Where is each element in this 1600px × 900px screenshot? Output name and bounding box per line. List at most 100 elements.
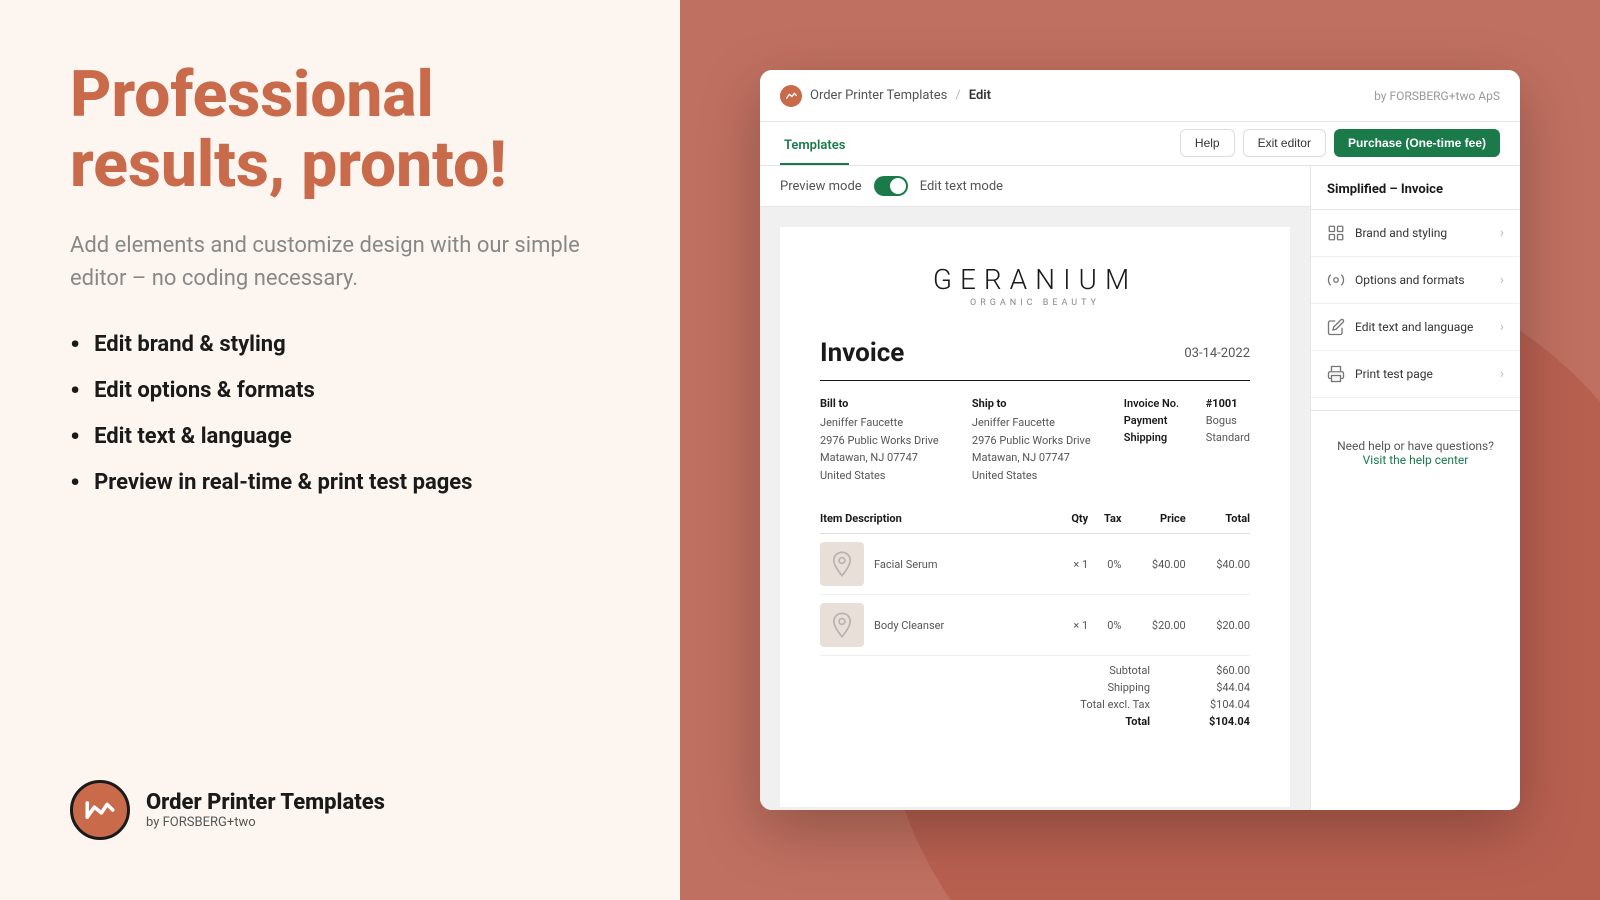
sidebar-print-label: Print test page [1355, 367, 1433, 381]
ship-to-block: Ship to Jeniffer Faucette 2976 Public Wo… [972, 397, 1094, 484]
logo-title: Order Printer Templates [146, 790, 385, 815]
bill-to-label: Bill to [820, 397, 942, 410]
left-content: Professional results, pronto! Add elemen… [70, 60, 610, 515]
breadcrumb-edit: Edit [969, 88, 991, 103]
right-sidebar: Simplified – Invoice Brand and styling [1310, 166, 1520, 810]
sidebar-item-brand-left: Brand and styling [1327, 224, 1447, 242]
ship-to-name: Jeniffer Faucette [972, 414, 1094, 432]
item-price-1: $20.00 [1121, 595, 1185, 656]
breadcrumb-sep: / [955, 88, 960, 103]
app-topbar: Order Printer Templates / Edit by FORSBE… [760, 70, 1520, 122]
sidebar-title: Simplified – Invoice [1311, 166, 1520, 210]
shipping-cost-val: $44.04 [1190, 681, 1250, 694]
sidebar-options-label: Options and formats [1355, 273, 1465, 287]
meta-invoice-no: Invoice No. #1001 [1124, 397, 1250, 410]
tab-templates[interactable]: Templates [780, 128, 849, 165]
ship-to-country: United States [972, 467, 1094, 485]
totals-section: Subtotal $60.00 Shipping $44.04 Total ex… [820, 664, 1250, 728]
sidebar-item-options-left: Options and formats [1327, 271, 1465, 289]
sidebar-item-print-left: Print test page [1327, 365, 1433, 383]
total-row: Total $104.04 [1060, 715, 1250, 728]
app-main: Preview mode Edit text mode GERANIUM ORG… [760, 166, 1520, 810]
tab-actions: Help Exit editor Purchase (One-time fee) [1180, 129, 1500, 165]
total-excl-val: $104.04 [1190, 698, 1250, 711]
item-name-1: Body Cleanser [874, 619, 944, 632]
item-tax-0: 0% [1088, 534, 1121, 595]
right-panel: Order Printer Templates / Edit by FORSBE… [680, 0, 1600, 900]
total-excl-row: Total excl. Tax $104.04 [1060, 698, 1250, 711]
invoice-brand-sub: ORGANIC BEAUTY [820, 298, 1250, 308]
item-desc-0: Facial Serum [820, 534, 1056, 595]
shipping-label: Shipping [1124, 431, 1194, 444]
options-icon [1327, 271, 1345, 289]
bill-to-block: Bill to Jeniffer Faucette 2976 Public Wo… [820, 397, 942, 484]
invoice-date: 03-14-2022 [1184, 338, 1250, 361]
col-tax: Tax [1088, 504, 1121, 534]
brand-icon [1327, 224, 1345, 242]
help-center-link[interactable]: Visit the help center [1327, 453, 1504, 467]
invoice-title: Invoice [820, 338, 904, 368]
col-qty: Qty [1056, 504, 1088, 534]
shipping-cost-label: Shipping [1060, 681, 1150, 694]
total-excl-label: Total excl. Tax [1060, 698, 1150, 711]
invoice-preview: GERANIUM ORGANIC BEAUTY Invoice 03-14-20… [760, 207, 1310, 810]
total-val: $104.04 [1190, 715, 1250, 728]
app-window: Order Printer Templates / Edit by FORSBE… [760, 70, 1520, 810]
mode-bar: Preview mode Edit text mode [760, 166, 1310, 207]
ship-to-addr1: 2976 Public Works Drive [972, 432, 1094, 450]
ship-to-label: Ship to [972, 397, 1094, 410]
item-total-0: $40.00 [1186, 534, 1250, 595]
item-qty-0: × 1 [1056, 534, 1088, 595]
exit-editor-button[interactable]: Exit editor [1243, 129, 1326, 157]
sidebar-item-brand[interactable]: Brand and styling › [1311, 210, 1520, 257]
meta-shipping: Shipping Standard [1124, 431, 1250, 444]
app-topbar-right: by FORSBERG+two ApS [1374, 89, 1500, 103]
ship-to-addr2: Matawan, NJ 07747 [972, 449, 1094, 467]
invoice-doc: GERANIUM ORGANIC BEAUTY Invoice 03-14-20… [780, 227, 1290, 807]
app-logo-icon [70, 780, 130, 840]
item-qty-1: × 1 [1056, 595, 1088, 656]
preview-mode-label: Preview mode [780, 179, 862, 194]
invoice-header-row: Invoice 03-14-2022 [820, 338, 1250, 381]
sidebar-item-options[interactable]: Options and formats › [1311, 257, 1520, 304]
help-button[interactable]: Help [1180, 129, 1235, 157]
headline: Professional results, pronto! [70, 60, 610, 201]
items-table: Item Description Qty Tax Price Total [820, 504, 1250, 656]
sidebar-brand-label: Brand and styling [1355, 226, 1447, 240]
app-tabbar: Templates Help Exit editor Purchase (One… [760, 122, 1520, 166]
left-panel: Professional results, pronto! Add elemen… [0, 0, 680, 900]
item-tax-1: 0% [1088, 595, 1121, 656]
logo-text: Order Printer Templates by FORSBERG+two [146, 790, 385, 830]
preview-toggle[interactable] [874, 176, 908, 196]
app-name: Order Printer Templates [810, 88, 947, 103]
table-row: Facial Serum × 10%$40.00$40.00 [820, 534, 1250, 595]
subtotal-label: Subtotal [1060, 664, 1150, 677]
logo-sub: by FORSBERG+two [146, 815, 385, 830]
bullet-item-4: Preview in real-time & print test pages [70, 469, 610, 497]
bill-to-addr1: 2976 Public Works Drive [820, 432, 942, 450]
purchase-button[interactable]: Purchase (One-time fee) [1334, 129, 1500, 157]
bullet-item-2: Edit options & formats [70, 377, 610, 405]
item-thumb-0 [820, 542, 864, 586]
edit-text-chevron-icon: › [1500, 319, 1504, 335]
item-desc-1: Body Cleanser [820, 595, 1056, 656]
item-thumb-1 [820, 603, 864, 647]
col-desc: Item Description [820, 504, 1056, 534]
bill-to-addr2: Matawan, NJ 07747 [820, 449, 942, 467]
subtotal-val: $60.00 [1190, 664, 1250, 677]
col-total: Total [1186, 504, 1250, 534]
print-icon [1327, 365, 1345, 383]
options-chevron-icon: › [1500, 272, 1504, 288]
payment-val: Bogus [1206, 414, 1237, 427]
sidebar-item-edit-text[interactable]: Edit text and language › [1311, 304, 1520, 351]
sidebar-help-text: Need help or have questions? [1327, 439, 1504, 453]
invoice-brand-name: GERANIUM [820, 263, 1250, 296]
bill-to-country: United States [820, 467, 942, 485]
sidebar-item-print[interactable]: Print test page › [1311, 351, 1520, 398]
bullet-item-3: Edit text & language [70, 423, 610, 451]
sidebar-edit-text-label: Edit text and language [1355, 320, 1473, 334]
edit-text-mode-label: Edit text mode [920, 179, 1003, 194]
subtext: Add elements and customize design with o… [70, 229, 610, 295]
print-chevron-icon: › [1500, 366, 1504, 382]
brand-chevron-icon: › [1500, 225, 1504, 241]
